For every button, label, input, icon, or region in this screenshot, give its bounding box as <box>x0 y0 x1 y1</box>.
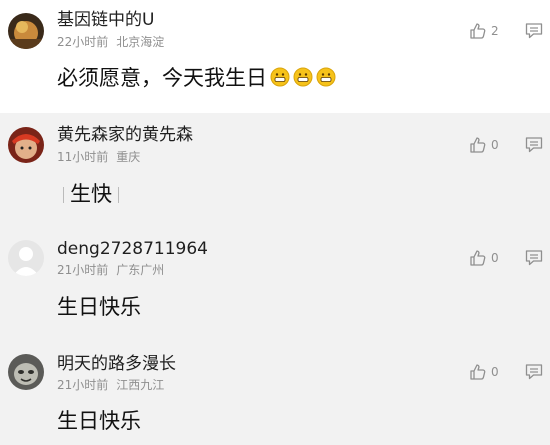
comment-location: 江西九江 <box>116 378 165 392</box>
thumbs-up-icon <box>470 250 486 266</box>
like-button[interactable]: 2 <box>469 21 499 41</box>
thumbs-up-icon <box>470 137 486 153</box>
comment-text-content: 生快 <box>70 182 112 206</box>
comment-meta: 21小时前 广东广州 <box>57 262 164 278</box>
comment-item: 基因链中的U 22小时前 北京海淀 必须愿意，今天我生日 2 <box>0 0 550 113</box>
reply-button[interactable] <box>524 135 544 155</box>
grinning-face-emoji-icon <box>316 66 336 94</box>
text-divider <box>63 187 64 203</box>
thumbs-up-icon <box>470 23 486 39</box>
like-count: 0 <box>491 138 499 152</box>
avatar[interactable] <box>8 13 44 49</box>
like-count: 2 <box>491 24 499 38</box>
comment-bubble-icon <box>525 250 543 266</box>
comment-meta: 22小时前 北京海淀 <box>57 34 164 50</box>
comment-item: 明天的路多漫长 21小时前 江西九江 生日快乐 0 <box>0 337 550 445</box>
comment-time: 21小时前 <box>57 263 109 277</box>
comment-text: 必须愿意，今天我生日 <box>57 64 336 94</box>
comment-location: 重庆 <box>116 150 141 164</box>
like-count: 0 <box>491 251 499 265</box>
comment-bubble-icon <box>525 23 543 39</box>
grinning-face-emoji-icon <box>270 66 290 94</box>
comment-item: deng2728711964 21小时前 广东广州 生日快乐 0 <box>0 225 550 337</box>
comment-location: 北京海淀 <box>116 35 165 49</box>
text-divider <box>118 187 119 203</box>
comment-time: 21小时前 <box>57 378 109 392</box>
comment-item: 黄先森家的黄先森 11小时前 重庆 生快 0 <box>0 113 550 225</box>
avatar[interactable] <box>8 354 44 390</box>
thumbs-up-icon <box>470 364 486 380</box>
like-button[interactable]: 0 <box>469 362 499 382</box>
reply-button[interactable] <box>524 248 544 268</box>
username[interactable]: 黄先森家的黄先森 <box>57 124 193 146</box>
avatar[interactable] <box>8 127 44 163</box>
grinning-face-emoji-icon <box>293 66 313 94</box>
reply-button[interactable] <box>524 362 544 382</box>
username[interactable]: 明天的路多漫长 <box>57 353 176 375</box>
comment-text: 生日快乐 <box>57 409 141 433</box>
comment-time: 22小时前 <box>57 35 109 49</box>
comment-bubble-icon <box>525 137 543 153</box>
like-button[interactable]: 0 <box>469 135 499 155</box>
reply-button[interactable] <box>524 21 544 41</box>
comment-text: 生快 <box>57 180 125 208</box>
username[interactable]: deng2728711964 <box>57 238 208 260</box>
comment-text-content: 必须愿意，今天我生日 <box>57 66 267 90</box>
avatar[interactable] <box>8 240 44 276</box>
username[interactable]: 基因链中的U <box>57 9 154 31</box>
comment-meta: 11小时前 重庆 <box>57 149 140 165</box>
comment-bubble-icon <box>525 364 543 380</box>
like-button[interactable]: 0 <box>469 248 499 268</box>
like-count: 0 <box>491 365 499 379</box>
comment-time: 11小时前 <box>57 150 109 164</box>
comment-location: 广东广州 <box>116 263 165 277</box>
comment-meta: 21小时前 江西九江 <box>57 377 164 393</box>
comment-text: 生日快乐 <box>57 295 141 319</box>
